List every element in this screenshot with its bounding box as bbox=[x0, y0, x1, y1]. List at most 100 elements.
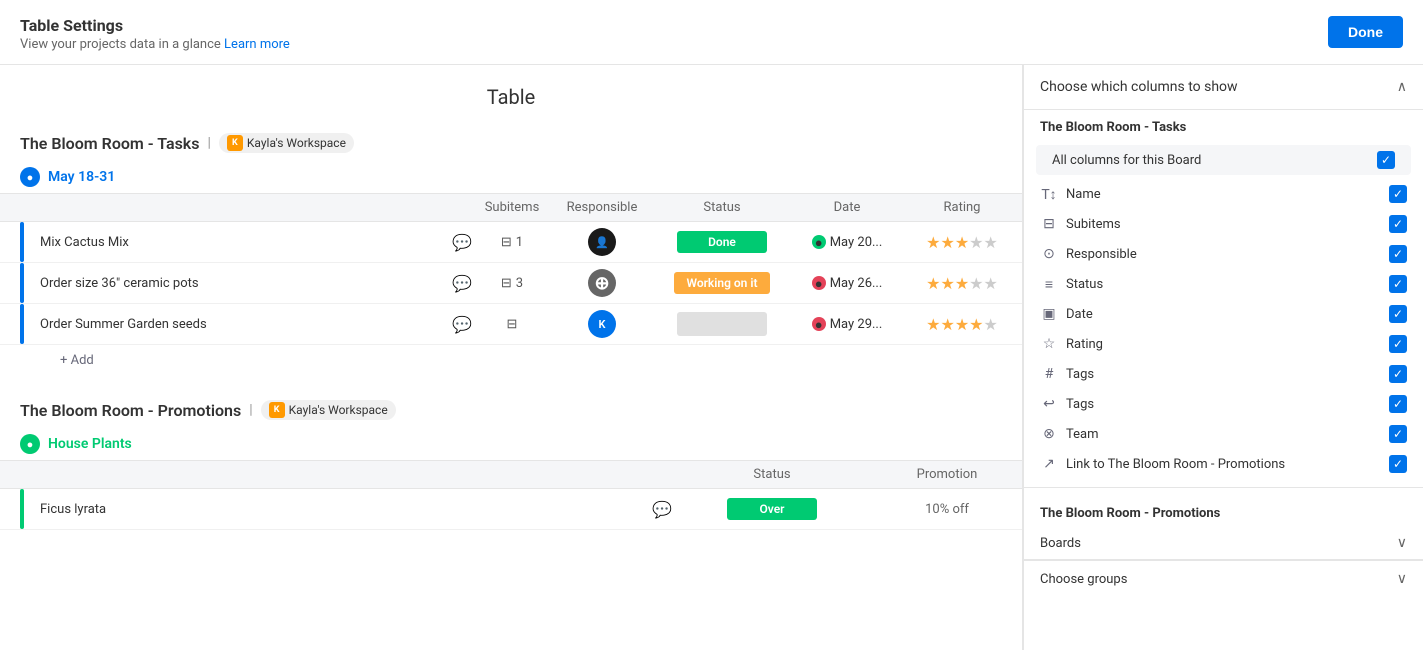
all-columns-checkbox[interactable]: ✓ bbox=[1377, 151, 1395, 169]
row-border bbox=[20, 489, 24, 529]
board2-right-label: The Bloom Room - Promotions bbox=[1024, 496, 1423, 527]
column-item-status: ≡ Status ✓ bbox=[1024, 269, 1423, 299]
status-icon: ≡ bbox=[1040, 276, 1058, 293]
comment-icon[interactable]: 💬 bbox=[452, 233, 472, 252]
column-label: Tags bbox=[1066, 367, 1094, 382]
column-label: Subitems bbox=[1066, 217, 1121, 232]
cell-status: Over bbox=[672, 498, 872, 520]
status-badge: Over bbox=[727, 498, 817, 520]
column-label: Responsible bbox=[1066, 247, 1137, 262]
col-status-header: Status bbox=[652, 200, 792, 215]
board2-workspace-icon: K bbox=[269, 402, 285, 418]
board2-title: The Bloom Room - Promotions bbox=[20, 401, 241, 420]
cell-responsible: 👤 bbox=[552, 228, 652, 256]
columns-section-title: Choose which columns to show bbox=[1040, 79, 1238, 95]
task-name: Mix Cactus Mix bbox=[32, 235, 444, 250]
main-layout: Table The Bloom Room - Tasks | K Kayla's… bbox=[0, 65, 1423, 650]
board1-section: The Bloom Room - Tasks | K Kayla's Works… bbox=[0, 133, 1022, 376]
board1-right-label: The Bloom Room - Tasks bbox=[1024, 110, 1423, 141]
board1-group-title: May 18-31 bbox=[48, 169, 115, 185]
column-label: Tags bbox=[1066, 397, 1094, 412]
cell-subitems: ⊟ 1 bbox=[472, 235, 552, 250]
column-label: Link to The Bloom Room - Promotions bbox=[1066, 457, 1285, 472]
cell-status: Working on it bbox=[652, 272, 792, 294]
tags-hash-checkbox[interactable]: ✓ bbox=[1389, 365, 1407, 383]
right-panel: Choose which columns to show ∧ The Bloom… bbox=[1023, 65, 1423, 650]
board1-group-icon: ● bbox=[20, 167, 40, 187]
column-label: Name bbox=[1066, 187, 1101, 202]
col-date-header: Date bbox=[792, 200, 902, 215]
subitems-checkbox[interactable]: ✓ bbox=[1389, 215, 1407, 233]
date-checkbox[interactable]: ✓ bbox=[1389, 305, 1407, 323]
comment-icon[interactable]: 💬 bbox=[452, 315, 472, 334]
column-item-tags-arrow: ↩ Tags ✓ bbox=[1024, 389, 1423, 419]
columns-section-header: Choose which columns to show ∧ bbox=[1024, 65, 1423, 110]
column-item-subitems: ⊟ Subitems ✓ bbox=[1024, 209, 1423, 239]
board1-header: The Bloom Room - Tasks | K Kayla's Works… bbox=[0, 133, 1022, 161]
column-label: Rating bbox=[1066, 337, 1103, 352]
board2-col-headers: Status Promotion bbox=[0, 460, 1022, 489]
cell-responsible: K bbox=[552, 310, 652, 338]
table-row: Order Summer Garden seeds 💬 ⊟ K ● May 29… bbox=[0, 304, 1022, 345]
promo-col-status-header: Status bbox=[672, 467, 872, 482]
row-border bbox=[20, 304, 24, 344]
date-dot: ● bbox=[812, 235, 826, 249]
boards-chevron-down-icon[interactable]: ∨ bbox=[1397, 535, 1407, 551]
cell-responsible: ⊕ bbox=[552, 269, 652, 297]
board2-group-icon: ● bbox=[20, 434, 40, 454]
team-icon: ⊗ bbox=[1040, 426, 1058, 442]
date-icon: ▣ bbox=[1040, 306, 1058, 322]
tags-arrow-checkbox[interactable]: ✓ bbox=[1389, 395, 1407, 413]
boards-dropdown[interactable]: Boards ∨ bbox=[1024, 527, 1423, 560]
rating-icon: ☆ bbox=[1040, 336, 1058, 352]
panel-title: Table bbox=[0, 85, 1022, 109]
cell-rating: ★★★★★ bbox=[902, 315, 1022, 334]
comment-icon[interactable]: 💬 bbox=[452, 274, 472, 293]
right-divider bbox=[1024, 487, 1423, 488]
board2-workspace: K Kayla's Workspace bbox=[261, 400, 396, 420]
column-item-link: ↗ Link to The Bloom Room - Promotions ✓ bbox=[1024, 449, 1423, 479]
choose-groups-chevron-down-icon[interactable]: ∨ bbox=[1397, 571, 1407, 587]
header-left: Table Settings View your projects data i… bbox=[20, 16, 290, 52]
add-row[interactable]: + Add bbox=[0, 345, 1022, 376]
link-icon: ↗ bbox=[1040, 456, 1058, 472]
subitems-icon: ⊟ bbox=[1040, 216, 1058, 232]
name-checkbox[interactable]: ✓ bbox=[1389, 185, 1407, 203]
rating-checkbox[interactable]: ✓ bbox=[1389, 335, 1407, 353]
task-name: Order Summer Garden seeds bbox=[32, 317, 444, 332]
table-row: Ficus lyrata 💬 Over 10% off bbox=[0, 489, 1022, 530]
comment-icon[interactable]: 💬 bbox=[652, 500, 672, 519]
cell-promotion: 10% off bbox=[872, 502, 1022, 517]
link-checkbox[interactable]: ✓ bbox=[1389, 455, 1407, 473]
columns-chevron-icon[interactable]: ∧ bbox=[1397, 79, 1407, 95]
cell-status bbox=[652, 312, 792, 336]
left-panel: Table The Bloom Room - Tasks | K Kayla's… bbox=[0, 65, 1023, 650]
date-dot: ● bbox=[812, 317, 826, 331]
done-button[interactable]: Done bbox=[1328, 16, 1403, 48]
top-header: Table Settings View your projects data i… bbox=[0, 0, 1423, 65]
all-columns-row[interactable]: All columns for this Board ✓ bbox=[1036, 145, 1411, 175]
team-checkbox[interactable]: ✓ bbox=[1389, 425, 1407, 443]
choose-groups-row[interactable]: Choose groups ∨ bbox=[1024, 560, 1423, 597]
status-badge bbox=[677, 312, 767, 336]
column-item-responsible: ⊙ Responsible ✓ bbox=[1024, 239, 1423, 269]
column-item-team: ⊗ Team ✓ bbox=[1024, 419, 1423, 449]
date-dot: ● bbox=[812, 276, 826, 290]
column-item-tags-hash: # Tags ✓ bbox=[1024, 359, 1423, 389]
board2-sep: | bbox=[249, 402, 252, 418]
promo-col-promo-header: Promotion bbox=[872, 467, 1022, 482]
status-checkbox[interactable]: ✓ bbox=[1389, 275, 1407, 293]
column-label: Team bbox=[1066, 427, 1099, 442]
row-border bbox=[20, 263, 24, 303]
name-icon: T↕ bbox=[1040, 186, 1058, 203]
column-item-rating: ☆ Rating ✓ bbox=[1024, 329, 1423, 359]
learn-more-link[interactable]: Learn more bbox=[224, 37, 290, 52]
board1-title: The Bloom Room - Tasks bbox=[20, 134, 199, 153]
board2-header: The Bloom Room - Promotions | K Kayla's … bbox=[0, 400, 1022, 428]
responsible-checkbox[interactable]: ✓ bbox=[1389, 245, 1407, 263]
row-border bbox=[20, 222, 24, 262]
cell-status: Done bbox=[652, 231, 792, 253]
cell-date: ● May 29... bbox=[792, 317, 902, 332]
col-responsible-header: Responsible bbox=[552, 200, 652, 215]
responsible-icon: ⊙ bbox=[1040, 246, 1058, 262]
